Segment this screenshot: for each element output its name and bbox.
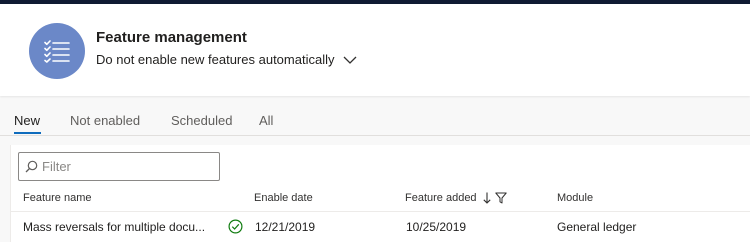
- cell-feature-added: 10/25/2019: [406, 220, 467, 234]
- cell-enable-date: 12/21/2019: [255, 220, 316, 234]
- auto-enable-dropdown[interactable]: Do not enable new features automatically: [96, 52, 357, 67]
- page-title: Feature management: [96, 29, 247, 46]
- tab-new[interactable]: New: [14, 113, 40, 128]
- tab-divider: [0, 135, 750, 136]
- chevron-down-icon: [343, 56, 357, 65]
- workspace-header: Feature management Do not enable new fea…: [0, 4, 750, 96]
- feature-tabs: New Not enabled Scheduled All: [0, 108, 750, 136]
- active-tab-indicator: [14, 132, 41, 134]
- feature-grid: Feature name Enable date Feature added M…: [10, 145, 750, 242]
- auto-enable-setting: Do not enable new features automatically: [96, 52, 335, 67]
- column-header-feature-added-label: Feature added: [405, 192, 477, 204]
- filter-icon[interactable]: [494, 192, 507, 204]
- check-circle-icon: [228, 219, 243, 237]
- filter-box[interactable]: [18, 152, 220, 181]
- column-header-feature-name[interactable]: Feature name: [23, 192, 91, 204]
- filter-input[interactable]: [42, 159, 212, 174]
- sort-descending-icon: [482, 192, 491, 204]
- tab-all[interactable]: All: [259, 113, 273, 128]
- table-header-row: Feature name Enable date Feature added M…: [11, 184, 750, 212]
- table-row[interactable]: Mass reversals for multiple docu... 12/2…: [11, 213, 750, 242]
- column-header-enable-date[interactable]: Enable date: [254, 192, 313, 204]
- column-header-module[interactable]: Module: [557, 192, 593, 204]
- column-header-feature-added[interactable]: Feature added: [405, 192, 507, 204]
- search-icon: [25, 160, 38, 173]
- cell-module: General ledger: [557, 220, 637, 234]
- cell-feature-name[interactable]: Mass reversals for multiple docu...: [23, 220, 205, 234]
- tab-scheduled[interactable]: Scheduled: [171, 113, 232, 128]
- checklist-icon: [29, 23, 85, 79]
- tab-not-enabled[interactable]: Not enabled: [70, 113, 140, 128]
